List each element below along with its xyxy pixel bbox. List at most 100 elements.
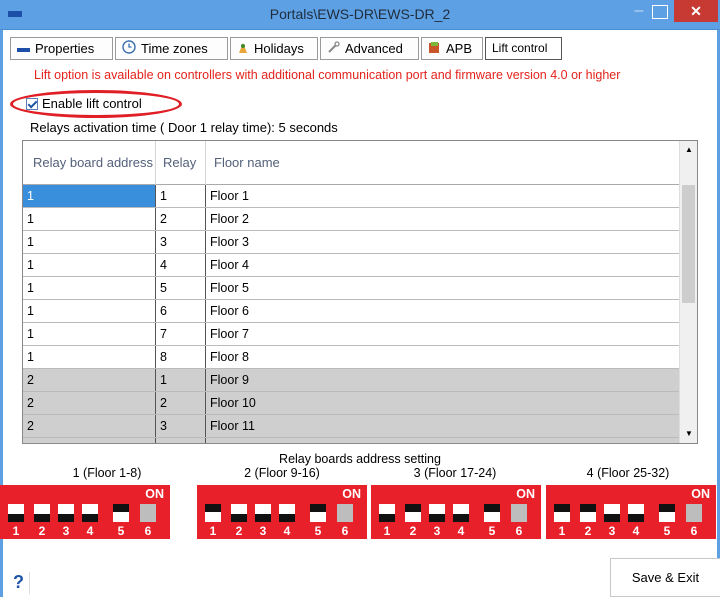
help-button[interactable]: ? (8, 572, 30, 594)
board-address-cell[interactable]: 1 (23, 277, 156, 299)
table-row[interactable]: 1 8 Floor 8 (23, 346, 696, 369)
tab-holidays[interactable]: Holidays (230, 37, 318, 60)
dip-switch-knob (453, 514, 469, 522)
dip-switch-number: 3 (608, 524, 616, 538)
table-row[interactable]: 1 5 Floor 5 (23, 277, 696, 300)
dip-switch-board[interactable]: ON 1 2 3 4 5 6 (0, 485, 170, 539)
dip-switch[interactable]: 5 (310, 504, 326, 538)
board-address-cell[interactable]: 1 (23, 323, 156, 345)
floor-name-cell[interactable]: Floor 3 (206, 231, 696, 253)
relay-cell[interactable]: 8 (156, 346, 206, 368)
dip-switch[interactable]: 1 (379, 504, 395, 538)
relay-cell[interactable]: 1 (156, 185, 206, 207)
dip-switch[interactable]: 2 (405, 504, 421, 538)
dip-switch[interactable]: 6 (140, 504, 156, 538)
save-exit-button[interactable]: Save & Exit (610, 558, 720, 597)
dip-switch[interactable]: 5 (659, 504, 675, 538)
floor-name-cell[interactable]: Floor 7 (206, 323, 696, 345)
table-row[interactable]: 2 3 Floor 11 (23, 415, 696, 438)
dip-switch-board[interactable]: ON 1 2 3 4 5 6 (371, 485, 541, 539)
dip-switch[interactable]: 1 (205, 504, 221, 538)
board-address-cell[interactable]: 1 (23, 254, 156, 276)
floor-name-cell[interactable]: Floor 12 (206, 438, 696, 443)
relay-cell[interactable]: 7 (156, 323, 206, 345)
dip-switch[interactable]: 5 (484, 504, 500, 538)
dip-switch-board[interactable]: ON 1 2 3 4 5 6 (546, 485, 716, 539)
dip-switch[interactable]: 3 (604, 504, 620, 538)
dip-switch[interactable]: 3 (255, 504, 271, 538)
board-address-cell[interactable]: 1 (23, 231, 156, 253)
board-address-cell[interactable]: 1 (23, 300, 156, 322)
dip-switch[interactable]: 4 (279, 504, 295, 538)
dip-switch[interactable]: 2 (580, 504, 596, 538)
board-address-cell[interactable]: 2 (23, 415, 156, 437)
floor-name-cell[interactable]: Floor 2 (206, 208, 696, 230)
floor-name-cell[interactable]: Floor 4 (206, 254, 696, 276)
dip-switch[interactable]: 6 (686, 504, 702, 538)
col-header-relay[interactable]: Relay (156, 141, 206, 185)
vertical-scrollbar[interactable]: ▲ ▼ (679, 141, 697, 443)
floor-name-cell[interactable]: Floor 6 (206, 300, 696, 322)
tab-lift-control[interactable]: Lift control (485, 37, 562, 60)
col-header-board[interactable]: Relay board address (23, 141, 156, 185)
dip-switch-number: 6 (690, 524, 698, 538)
relay-cell[interactable]: 3 (156, 231, 206, 253)
dip-switch[interactable]: 4 (453, 504, 469, 538)
tab-advanced[interactable]: Advanced (320, 37, 419, 60)
minimize-button[interactable]: – (630, 3, 648, 19)
relay-cell[interactable]: 2 (156, 208, 206, 230)
relay-cell[interactable]: 6 (156, 300, 206, 322)
dip-switch[interactable]: 1 (8, 504, 24, 538)
dip-switch-board[interactable]: ON 1 2 3 4 5 6 (197, 485, 367, 539)
tab-apb[interactable]: APB (421, 37, 483, 60)
floor-name-cell[interactable]: Floor 10 (206, 392, 696, 414)
scroll-up-icon[interactable]: ▲ (680, 141, 697, 159)
floor-name-cell[interactable]: Floor 9 (206, 369, 696, 391)
table-row[interactable]: 1 1 Floor 1 (23, 185, 696, 208)
board-address-cell[interactable]: 1 (23, 208, 156, 230)
board-address-cell[interactable]: 1 (23, 185, 156, 207)
dip-switch[interactable]: 1 (554, 504, 570, 538)
floor-name-cell[interactable]: Floor 11 (206, 415, 696, 437)
table-row[interactable]: 1 7 Floor 7 (23, 323, 696, 346)
table-row[interactable]: 1 2 Floor 2 (23, 208, 696, 231)
board-address-cell[interactable]: 1 (23, 346, 156, 368)
relay-cell[interactable]: 4 (156, 254, 206, 276)
relay-cell[interactable]: 5 (156, 277, 206, 299)
dip-switch[interactable]: 2 (231, 504, 247, 538)
table-row[interactable]: 2 2 Floor 10 (23, 392, 696, 415)
relay-cell[interactable]: 4 (156, 438, 206, 443)
tab-properties[interactable]: Properties (10, 37, 113, 60)
table-row[interactable]: 2 1 Floor 9 (23, 369, 696, 392)
dip-switch-number: 4 (86, 524, 94, 538)
dip-switch[interactable]: 5 (113, 504, 129, 538)
close-button[interactable]: ✕ (674, 0, 718, 22)
dip-switch[interactable]: 3 (58, 504, 74, 538)
table-row[interactable]: 1 4 Floor 4 (23, 254, 696, 277)
table-row[interactable]: 1 6 Floor 6 (23, 300, 696, 323)
relay-cell[interactable]: 2 (156, 392, 206, 414)
maximize-button[interactable] (652, 5, 668, 19)
dip-switch[interactable]: 6 (337, 504, 353, 538)
tab-time-zones[interactable]: Time zones (115, 37, 228, 60)
floor-name-cell[interactable]: Floor 5 (206, 277, 696, 299)
table-row[interactable]: 24Floor 12 (23, 438, 696, 443)
board-address-cell[interactable]: 2 (23, 369, 156, 391)
dip-switch[interactable]: 6 (511, 504, 527, 538)
board-address-cell[interactable]: 2 (23, 438, 156, 443)
floor-name-cell[interactable]: Floor 1 (206, 185, 696, 207)
dip-switch[interactable]: 3 (429, 504, 445, 538)
relay-cell[interactable]: 3 (156, 415, 206, 437)
dip-switch-number: 5 (314, 524, 322, 538)
dip-switch[interactable]: 4 (82, 504, 98, 538)
scroll-down-icon[interactable]: ▼ (680, 425, 697, 443)
floor-name-cell[interactable]: Floor 8 (206, 346, 696, 368)
col-header-floor[interactable]: Floor name (206, 141, 696, 185)
table-row[interactable]: 1 3 Floor 3 (23, 231, 696, 254)
dip-switch[interactable]: 2 (34, 504, 50, 538)
lift-warning-text: Lift option is available on controllers … (34, 68, 621, 82)
dip-switch[interactable]: 4 (628, 504, 644, 538)
relay-cell[interactable]: 1 (156, 369, 206, 391)
board-address-cell[interactable]: 2 (23, 392, 156, 414)
scroll-thumb[interactable] (682, 185, 695, 303)
